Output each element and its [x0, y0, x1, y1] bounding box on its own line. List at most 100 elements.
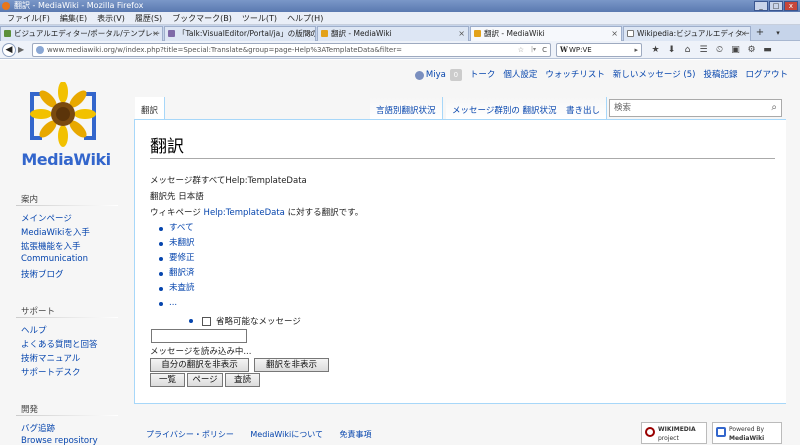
sidebar-item-tech-manual[interactable]: 技術マニュアル: [21, 352, 80, 364]
close-button[interactable]: x: [784, 1, 798, 11]
forward-button[interactable]: ▶: [18, 45, 30, 55]
menu-bookmarks[interactable]: ブックマーク(B): [167, 12, 237, 24]
app-menu-icon[interactable]: ▬: [760, 44, 775, 56]
disclaimers-link[interactable]: 免責事項: [340, 430, 372, 439]
window-title: 翻訳 - MediaWiki - Mozilla Firefox: [14, 1, 144, 10]
sidebar-item-tech-blog[interactable]: 技術ブログ: [21, 268, 64, 280]
loading-status: メッセージを読み込み中...: [150, 347, 252, 357]
browser-search-bar[interactable]: W WP:VE ▸: [556, 43, 642, 57]
new-tab-button[interactable]: +: [753, 27, 767, 39]
powered-by-mediawiki-badge[interactable]: Powered By MediaWiki: [712, 422, 782, 444]
back-button[interactable]: ◀: [2, 43, 16, 57]
hide-own-translations-button[interactable]: 自分の翻訳を非表示: [150, 358, 249, 372]
target-language-value[interactable]: 日本語: [178, 192, 204, 202]
filter-all[interactable]: すべて: [159, 221, 195, 236]
tab-group-stats[interactable]: メッセージ群別の 翻訳状況: [446, 97, 564, 119]
bookmark-star-icon[interactable]: ☆: [518, 44, 524, 56]
menu-edit[interactable]: 編集(E): [55, 12, 92, 24]
browser-tab-active[interactable]: 翻訳 - MediaWiki ×: [470, 26, 622, 41]
bookmarks-icon[interactable]: ★: [648, 44, 663, 56]
contributions-link[interactable]: 投稿記録: [703, 68, 737, 82]
wiki-search-input[interactable]: 検索 ⌕: [609, 99, 782, 117]
minimize-button[interactable]: _: [754, 1, 768, 11]
about-link[interactable]: MediaWikiについて: [250, 430, 323, 439]
browser-tab[interactable]: 「Talk:VisualEditor/Portal/ja」の版間の... ×: [164, 26, 316, 41]
privacy-policy-link[interactable]: プライバシー・ポリシー: [146, 430, 234, 439]
bookmarks-menu-icon[interactable]: ☰: [696, 44, 711, 56]
menu-history[interactable]: 履歴(S): [130, 12, 167, 24]
history-dropdown-icon[interactable]: |▾: [531, 44, 536, 56]
heading-divider: [150, 158, 775, 159]
mediawiki-logo[interactable]: MediaWiki: [14, 82, 118, 178]
tab-favicon-icon: [168, 30, 175, 37]
search-icon[interactable]: ⌕: [771, 100, 777, 116]
powered-badge-line2: MediaWiki: [729, 435, 765, 442]
wikipage-label: ウィキページ: [150, 208, 201, 218]
list-view-button[interactable]: 一覧: [150, 373, 185, 387]
sidebar-heading-navigation: 案内: [21, 195, 39, 205]
home-icon[interactable]: ⌂: [680, 44, 695, 56]
tab-export[interactable]: 書き出し: [560, 97, 608, 119]
target-language-line: 翻訳先 日本語: [150, 190, 204, 202]
site-identity-icon[interactable]: [36, 46, 44, 54]
sidebar-item-browse-repository[interactable]: Browse repository: [21, 436, 98, 445]
maximize-button[interactable]: □: [769, 1, 783, 11]
sidebar-item-help[interactable]: ヘルプ: [21, 324, 47, 336]
search-go-icon[interactable]: ▸: [634, 44, 638, 56]
filter-more[interactable]: ...: [159, 296, 195, 311]
sidebar-item-download[interactable]: MediaWikiを入手: [21, 226, 90, 238]
message-group-label: メッセージ群: [150, 176, 201, 186]
wikipage-link[interactable]: Help:TemplateData: [204, 208, 285, 218]
review-view-button[interactable]: 査読: [225, 373, 260, 387]
url-bar[interactable]: www.mediawiki.org/w/index.php?title=Spec…: [32, 43, 551, 57]
optional-messages-checkbox[interactable]: [202, 316, 211, 326]
reload-icon[interactable]: C: [542, 44, 547, 56]
filter-outdated[interactable]: 要修正: [159, 251, 195, 266]
tab-title: 翻訳 - MediaWiki: [484, 29, 545, 38]
sidebar-item-main-page[interactable]: メインページ: [21, 212, 72, 224]
filter-text-input[interactable]: [151, 329, 247, 343]
downloads-icon[interactable]: ⬇: [664, 44, 679, 56]
filter-unproofread[interactable]: 未査読: [159, 281, 195, 296]
watchlist-link[interactable]: ウォッチリスト: [545, 68, 605, 82]
tab-close-icon[interactable]: ×: [458, 27, 465, 40]
wikipedia-engine-icon[interactable]: W: [560, 44, 568, 56]
sidebar-item-bug-tracker[interactable]: バグ追跡: [21, 422, 55, 434]
tab-close-icon[interactable]: ×: [305, 27, 312, 40]
sidebar-item-extensions[interactable]: 拡張機能を入手: [21, 240, 81, 252]
filter-untranslated[interactable]: 未翻訳: [159, 236, 195, 251]
tab-title: 「Talk:VisualEditor/Portal/ja」の版間の...: [178, 29, 316, 38]
talk-link[interactable]: トーク: [470, 68, 496, 82]
menu-file[interactable]: ファイル(F): [2, 12, 55, 24]
wikimedia-project-badge[interactable]: WIKIMEDIA project: [641, 422, 707, 444]
screenshot-icon[interactable]: ▣: [728, 44, 743, 56]
sidebar-item-faq[interactable]: よくある質問と回答: [21, 338, 98, 350]
username-link[interactable]: Miya: [426, 68, 446, 82]
hide-translations-button[interactable]: 翻訳を非表示: [254, 358, 329, 372]
menu-view[interactable]: 表示(V): [92, 12, 130, 24]
tab-close-icon[interactable]: ×: [611, 27, 618, 40]
filter-translated[interactable]: 翻訳済: [159, 266, 195, 281]
notification-badge[interactable]: 0: [449, 69, 462, 81]
logout-link[interactable]: ログアウト: [745, 68, 788, 82]
sidebar-item-support-desk[interactable]: サポートデスク: [21, 366, 81, 378]
page-view-button[interactable]: ページ: [187, 373, 223, 387]
addon-icon[interactable]: ⚙: [744, 44, 759, 56]
menu-tools[interactable]: ツール(T): [237, 12, 282, 24]
browser-tab[interactable]: Wikipedia:ビジュアルエディター/フィードバッ... ×: [623, 26, 751, 41]
tab-close-icon[interactable]: ×: [740, 27, 747, 40]
preferences-link[interactable]: 個人設定: [503, 68, 537, 82]
new-messages-link[interactable]: 新しいメッセージ (5): [613, 68, 696, 82]
browser-tab[interactable]: ビジュアルエディター/ポータル/テンプレート... ×: [0, 26, 163, 41]
tab-list-button[interactable]: ▾: [772, 27, 784, 39]
history-icon[interactable]: ⏲: [712, 44, 727, 56]
sidebar-item-communication[interactable]: Communication: [21, 254, 88, 264]
browser-tab[interactable]: 翻訳 - MediaWiki ×: [317, 26, 469, 41]
target-language-label: 翻訳先: [150, 192, 176, 202]
menu-help[interactable]: ヘルプ(H): [282, 12, 328, 24]
tab-translate[interactable]: 翻訳: [135, 97, 166, 119]
message-group-value[interactable]: すべてHelp:TemplateData: [201, 176, 307, 186]
tab-close-icon[interactable]: ×: [152, 27, 159, 40]
tab-language-stats[interactable]: 言語別翻訳状況: [370, 97, 443, 119]
filter-list: すべて 未翻訳 要修正 翻訳済 未査読 ...: [159, 221, 195, 311]
